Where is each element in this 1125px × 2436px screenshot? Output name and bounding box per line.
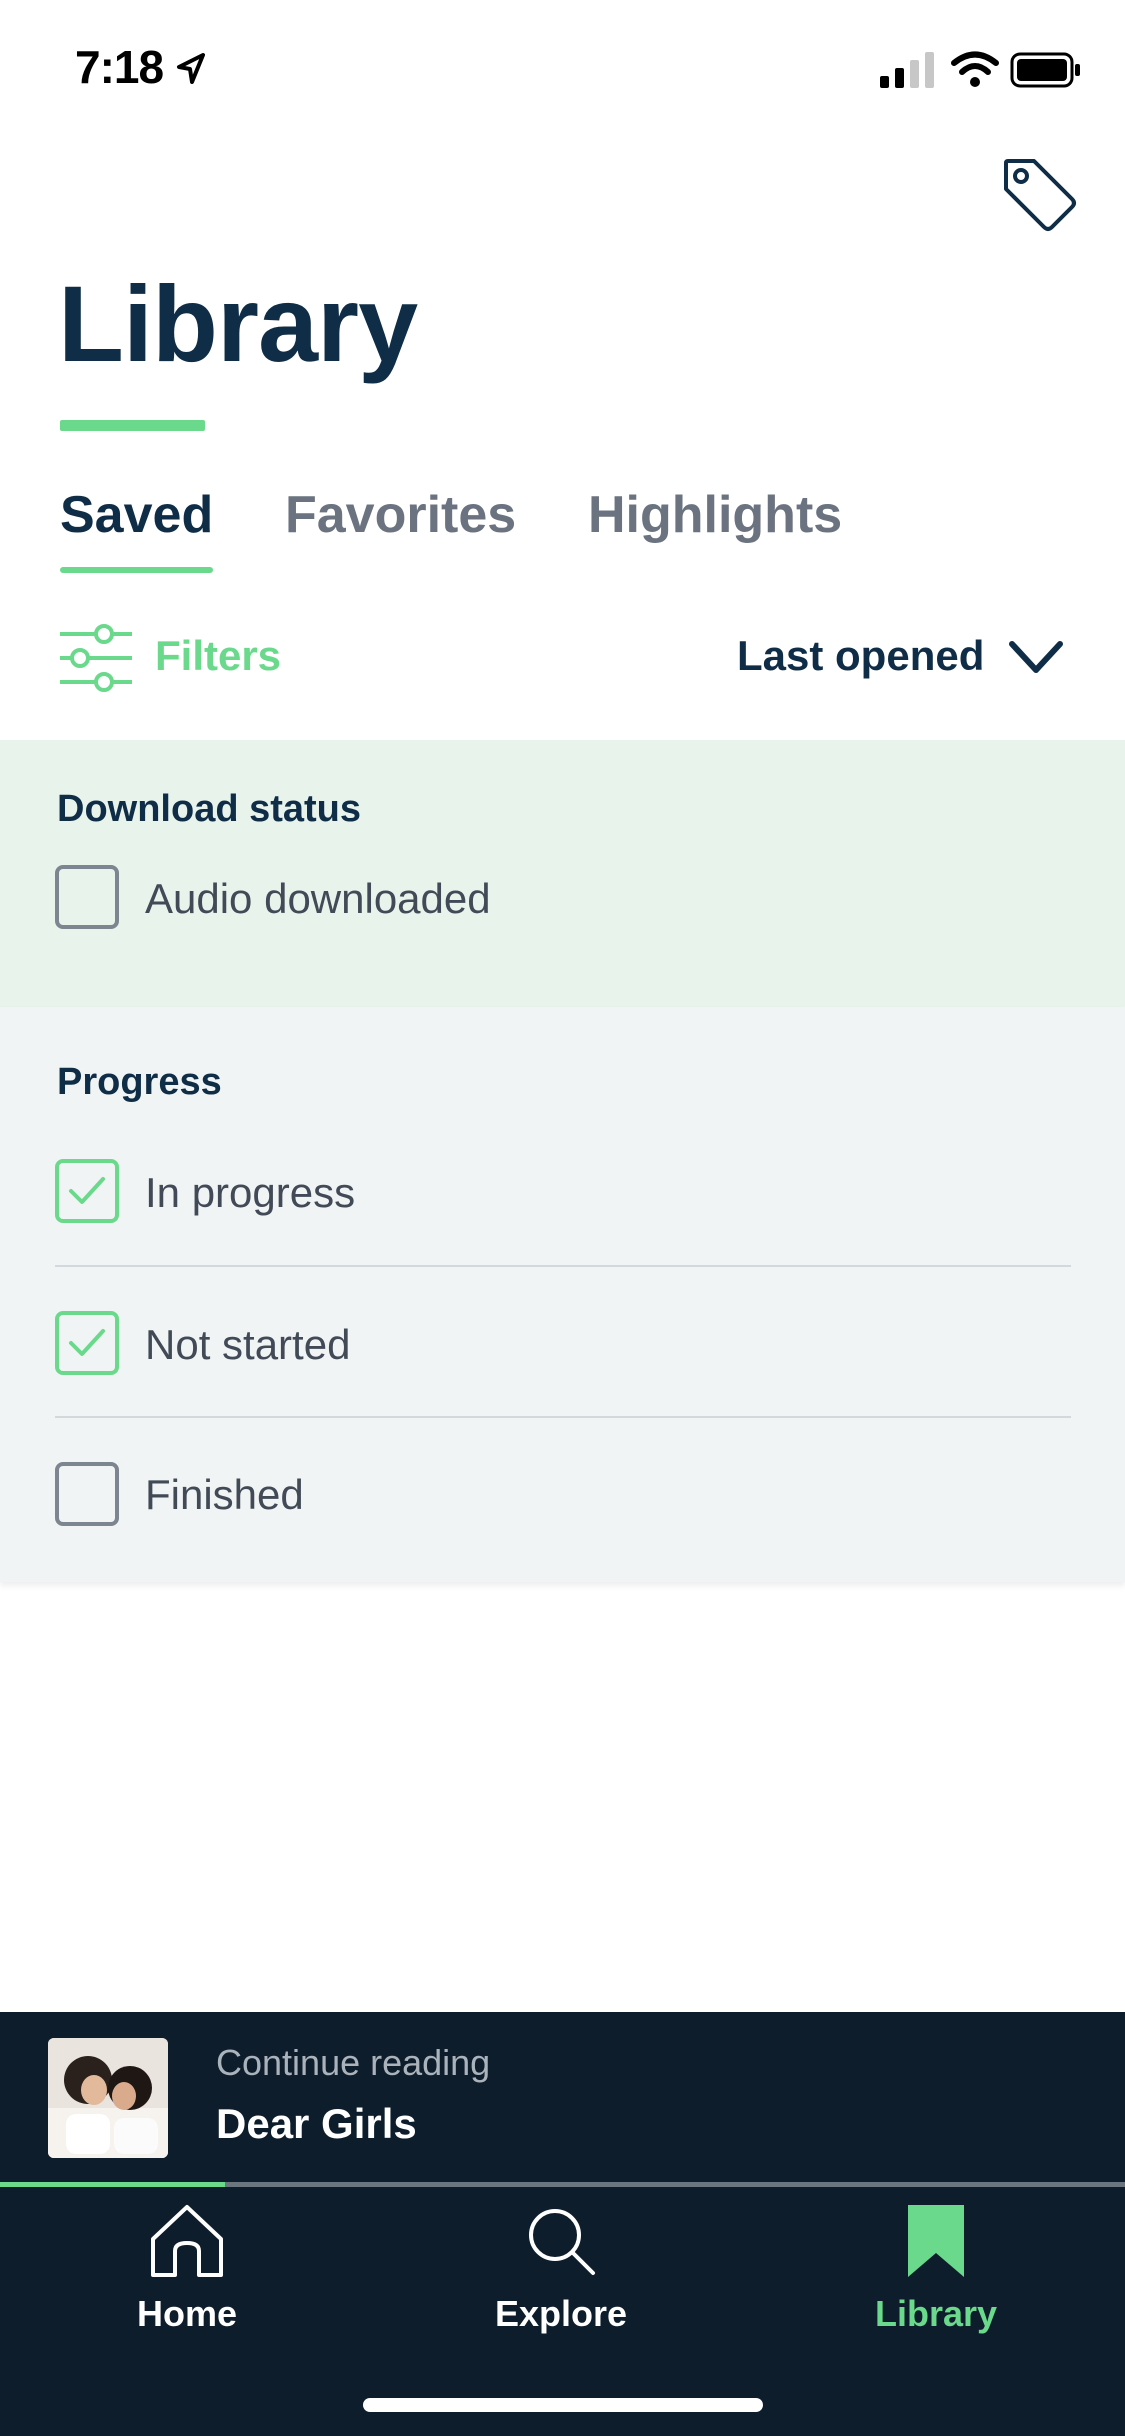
option-label: Audio downloaded: [145, 875, 491, 922]
home-icon: [151, 2205, 223, 2277]
tag-icon[interactable]: [1000, 155, 1080, 235]
continue-reading-bar[interactable]: Continue reading Dear Girls: [0, 2012, 1125, 2184]
filter-option-not-started[interactable]: Not started: [0, 1275, 1125, 1425]
tab-bar: Saved Favorites Highlights: [0, 480, 1125, 580]
nav-item-explore[interactable]: Explore: [411, 2187, 711, 2337]
filter-option-in-progress[interactable]: In progress: [0, 1123, 1125, 1273]
battery-icon: [1010, 52, 1080, 88]
nav-item-home[interactable]: Home: [37, 2187, 337, 2337]
checkbox-in-progress[interactable]: [55, 1159, 119, 1223]
tab-favorites[interactable]: Favorites: [285, 480, 516, 550]
continue-reading-label: Continue reading: [216, 2042, 491, 2083]
book-cover-image: [48, 2038, 168, 2158]
nav-label-library: Library: [874, 2293, 998, 2334]
cellular-signal-icon: [880, 52, 934, 88]
home-indicator: [363, 2398, 763, 2412]
search-icon: [529, 2209, 595, 2275]
filter-option-finished[interactable]: Finished: [0, 1425, 1125, 1575]
checkmark-icon: [69, 1177, 105, 1204]
section-title-download: Download status: [57, 788, 362, 830]
nav-label-home: Home: [136, 2293, 238, 2334]
filters-icon[interactable]: [58, 622, 134, 694]
active-tab-indicator: [60, 567, 213, 573]
location-arrow-icon: [177, 53, 205, 84]
option-label: Not started: [145, 1321, 351, 1368]
filter-sort-row: Filters Last opened: [0, 610, 1125, 710]
book-title: Dear Girls: [216, 2100, 417, 2147]
progress-section: Progress In progress Not started Finishe…: [0, 1007, 1125, 1582]
bookmark-icon: [908, 2205, 964, 2277]
option-label: Finished: [145, 1471, 304, 1518]
checkmark-icon: [69, 1329, 105, 1356]
checkbox-audio-downloaded[interactable]: [55, 865, 119, 929]
sort-dropdown[interactable]: Last opened: [737, 632, 984, 680]
divider: [55, 1265, 1071, 1267]
section-title-progress: Progress: [57, 1061, 222, 1103]
book-cover[interactable]: [48, 2038, 168, 2158]
tab-saved[interactable]: Saved: [60, 480, 213, 550]
chevron-down-icon[interactable]: [1008, 638, 1064, 678]
status-time: 7:18: [75, 41, 164, 93]
title-underline: [60, 420, 205, 431]
status-bar: 7:18: [0, 0, 1125, 130]
filters-button[interactable]: Filters: [155, 632, 281, 680]
checkbox-finished[interactable]: [55, 1462, 119, 1526]
checkbox-not-started[interactable]: [55, 1311, 119, 1375]
page-title: Library: [58, 263, 418, 384]
wifi-icon: [951, 51, 999, 87]
download-status-section: Download status Audio downloaded: [0, 740, 1125, 1007]
tab-highlights[interactable]: Highlights: [588, 480, 842, 550]
filter-option-audio-downloaded[interactable]: Audio downloaded: [0, 848, 1125, 998]
nav-item-library[interactable]: Library: [786, 2187, 1086, 2337]
divider: [55, 1416, 1071, 1418]
option-label: In progress: [145, 1169, 356, 1216]
nav-label-explore: Explore: [494, 2293, 628, 2334]
